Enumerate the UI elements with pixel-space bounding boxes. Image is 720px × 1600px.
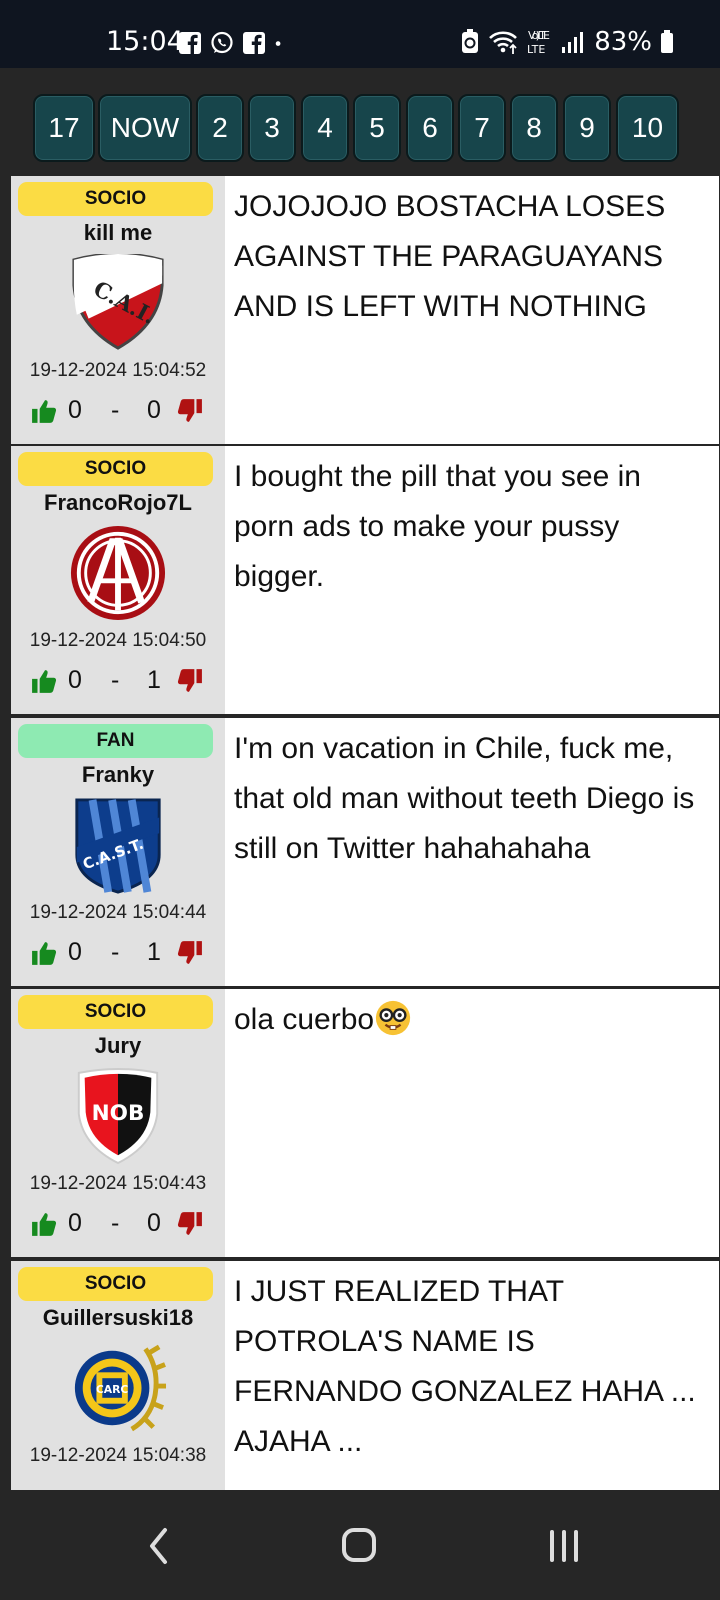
lte-icon: Vo) LTE LTE <box>527 29 550 56</box>
comment-card: SOCIO Guillersuski18 CARC 19-12-2024 15:… <box>11 1261 719 1490</box>
independiente-ca-crest-icon <box>70 525 166 621</box>
thumbs-down-icon[interactable] <box>177 1211 203 1237</box>
comment-timestamp: 19-12-2024 15:04:52 <box>29 360 207 381</box>
member-badge: SOCIO <box>18 995 213 1029</box>
tab-17[interactable]: 17 <box>33 94 95 162</box>
tab-2[interactable]: 2 <box>196 94 244 162</box>
comment-text: ola cuerbo <box>234 1003 375 1036</box>
vote-bar: 0 - 1 <box>31 938 211 970</box>
thumbs-up-icon[interactable] <box>31 398 57 424</box>
thumbs-down-icon[interactable] <box>177 940 203 966</box>
thumbs-up-icon[interactable] <box>31 668 57 694</box>
comment-timestamp: 19-12-2024 15:04:38 <box>29 1445 207 1466</box>
username[interactable]: kill me <box>11 220 225 246</box>
rosario-central-crest-icon: CARC <box>74 1344 167 1432</box>
tab-7[interactable]: 7 <box>458 94 506 162</box>
san-telmo-crest-icon: C.A.S.T. <box>75 798 161 894</box>
comment-text-block: ola cuerbo <box>234 995 704 1045</box>
vote-separator: - <box>111 938 120 966</box>
svg-text:NOB: NOB <box>92 1101 145 1126</box>
comment-card: SOCIO kill me C.A.I. 19-12-2024 15:04:52… <box>11 176 719 444</box>
comment-card: SOCIO FrancoRojo7L 19-12-2024 15:04:50 0… <box>11 446 719 714</box>
signal-icon <box>562 32 584 53</box>
comment-timestamp: 19-12-2024 15:04:44 <box>29 902 207 923</box>
like-count: 0 <box>68 396 82 424</box>
like-count: 0 <box>68 938 82 966</box>
comment-text: JOJOJOJO BOSTACHA LOSES AGAINST THE PARA… <box>234 190 666 323</box>
tab-4[interactable]: 4 <box>301 94 349 162</box>
newells-crest-icon: NOB <box>77 1068 159 1165</box>
svg-text:CARC: CARC <box>96 1383 129 1396</box>
thumbs-up-icon[interactable] <box>31 1211 57 1237</box>
username[interactable]: FrancoRojo7L <box>11 490 225 516</box>
dislike-count: 0 <box>147 396 161 424</box>
home-icon[interactable] <box>330 1518 390 1574</box>
like-count: 0 <box>68 1209 82 1237</box>
facebook-icon <box>243 32 265 54</box>
wifi-icon <box>489 31 518 54</box>
tab-10[interactable]: 10 <box>616 94 679 162</box>
recents-icon[interactable] <box>534 1518 594 1574</box>
facebook-icon <box>179 32 201 54</box>
independiente-crest-icon: C.A.I. <box>72 254 164 350</box>
dot-icon <box>275 41 281 46</box>
like-count: 0 <box>68 666 82 694</box>
comment-text: I'm on vacation in Chile, fuck me, that … <box>234 732 695 865</box>
battery-percent: 83% <box>594 27 652 57</box>
back-icon[interactable] <box>130 1518 190 1574</box>
svg-text:Vo) LTE: Vo) LTE <box>528 29 550 42</box>
vote-separator: - <box>111 1209 120 1237</box>
vote-bar: 0 - 0 <box>31 1209 211 1241</box>
tab-6[interactable]: 6 <box>406 94 454 162</box>
system-nav-bar <box>0 1490 720 1600</box>
member-badge: SOCIO <box>18 1267 213 1301</box>
comment-text: I bought the pill that you see in porn a… <box>234 460 641 593</box>
battery-icon <box>661 30 673 53</box>
status-time: 15:04 <box>106 26 184 57</box>
comment-card: FAN Franky C.A.S.T. 19-12-2024 15:04:44 … <box>11 718 719 986</box>
comment-author-panel: SOCIO kill me C.A.I. 19-12-2024 15:04:52… <box>11 176 225 444</box>
system-icons: Vo) LTE LTE 83% <box>460 26 674 58</box>
username[interactable]: Franky <box>11 762 225 788</box>
status-bar: 15:04 Vo) LTE LTE 83% <box>0 0 720 68</box>
comment-timestamp: 19-12-2024 15:04:50 <box>29 630 207 651</box>
comment-text: I JUST REALIZED THAT POTROLA'S NAME IS F… <box>234 1275 696 1458</box>
vote-separator: - <box>111 396 120 424</box>
tab-9[interactable]: 9 <box>563 94 611 162</box>
thumbs-down-icon[interactable] <box>177 398 203 424</box>
comment-author-panel: FAN Franky C.A.S.T. 19-12-2024 15:04:44 … <box>11 718 225 986</box>
username[interactable]: Jury <box>11 1033 225 1059</box>
member-badge: SOCIO <box>18 182 213 216</box>
comment-timestamp: 19-12-2024 15:04:43 <box>29 1173 207 1194</box>
tab-5[interactable]: 5 <box>353 94 401 162</box>
dislike-count: 1 <box>147 938 161 966</box>
comment-author-panel: SOCIO Jury NOB 19-12-2024 15:04:43 0 - 0 <box>11 989 225 1257</box>
battery-saver-icon <box>462 29 479 53</box>
tab-now[interactable]: NOW <box>98 94 192 162</box>
comment-card: SOCIO Jury NOB 19-12-2024 15:04:43 0 - 0 <box>11 989 719 1257</box>
page-tabs: 17 NOW 2 3 4 5 6 7 8 9 10 <box>0 68 720 172</box>
svg-text:LTE: LTE <box>527 43 545 56</box>
tab-8[interactable]: 8 <box>510 94 558 162</box>
thumbs-up-icon[interactable] <box>31 940 57 966</box>
tab-3[interactable]: 3 <box>248 94 296 162</box>
vote-separator: - <box>111 666 120 694</box>
member-badge: SOCIO <box>18 452 213 486</box>
nerd-face-emoji-icon <box>376 1000 411 1036</box>
comment-author-panel: SOCIO FrancoRojo7L 19-12-2024 15:04:50 0… <box>11 446 225 714</box>
vote-bar: 0 - 0 <box>31 396 211 428</box>
thumbs-down-icon[interactable] <box>177 668 203 694</box>
comment-author-panel: SOCIO Guillersuski18 CARC 19-12-2024 15:… <box>11 1261 225 1490</box>
fan-badge: FAN <box>18 724 213 758</box>
vote-bar: 0 - 1 <box>31 666 211 698</box>
dislike-count: 1 <box>147 666 161 694</box>
username[interactable]: Guillersuski18 <box>11 1305 225 1331</box>
whatsapp-icon <box>211 31 233 54</box>
notification-icons <box>178 31 288 55</box>
dislike-count: 0 <box>147 1209 161 1237</box>
